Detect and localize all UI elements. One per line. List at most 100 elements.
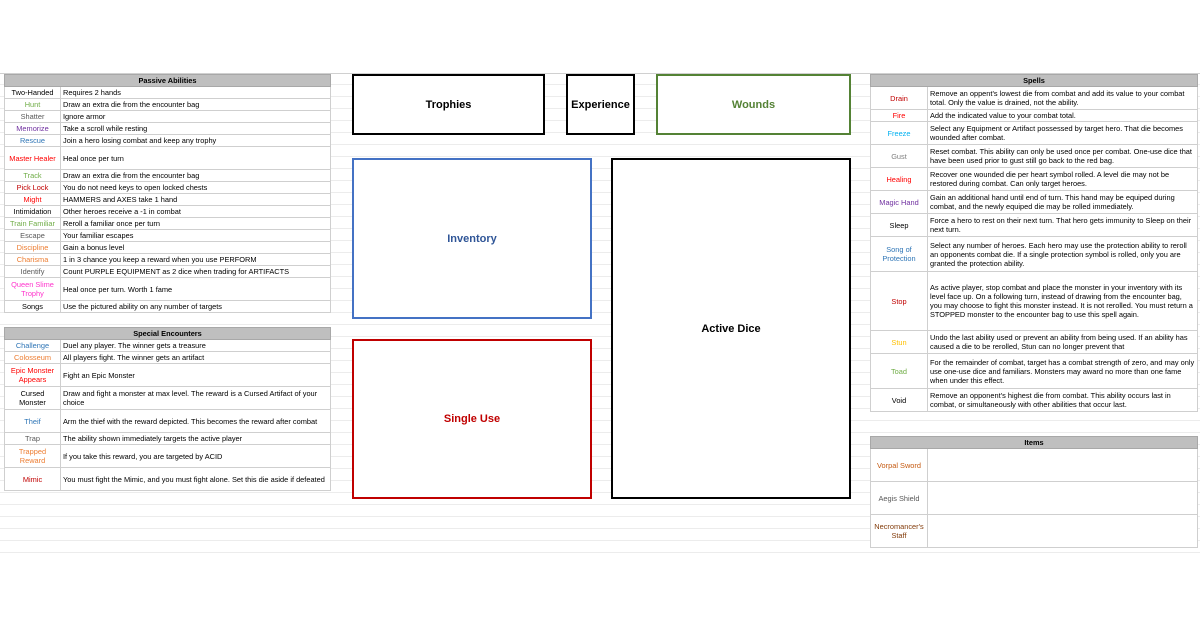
passive-name-cell[interactable]: Rescue [4,134,61,147]
special-row: Colosseum All players fight. The winner g… [4,351,331,364]
passive-row: Shatter Ignore armor [4,110,331,123]
spells-description-cell[interactable]: Recover one wounded die per heart symbol… [927,167,1198,191]
passive-description-cell[interactable]: Ignore armor [60,110,331,123]
passive-name-cell[interactable]: Discipline [4,241,61,254]
spells-name-cell[interactable]: Fire [870,109,928,122]
spells-row: Toad For the remainder of combat, target … [870,353,1198,389]
items-description-cell[interactable] [927,448,1198,482]
passive-name-cell[interactable]: Might [4,193,61,206]
passive-row: Track Draw an extra die from the encounte… [4,169,331,182]
special-row: Challenge Duel any player. The winner get… [4,339,331,352]
passive-name-cell[interactable]: Intimidation [4,205,61,218]
spells-row: Healing Recover one wounded die per heart… [870,167,1198,191]
spells-name-cell[interactable]: Stun [870,330,928,354]
passive-name-cell[interactable]: Train Familiar [4,217,61,230]
passive-description-cell[interactable]: Use the pictured ability on any number o… [60,300,331,313]
experience-box[interactable]: Experience [566,74,635,135]
spells-row: Stop As active player, stop combat and pl… [870,271,1198,331]
spells-description-cell[interactable]: Force a hero to rest on their next turn.… [927,213,1198,237]
passive-description-cell[interactable]: HAMMERS and AXES take 1 hand [60,193,331,206]
spells-description-cell[interactable]: Gain an additional hand until end of tur… [927,190,1198,214]
special-name-cell[interactable]: Cursed Monster [4,386,61,410]
special-description-cell[interactable]: Draw and fight a monster at max level. T… [60,386,331,410]
spells-header-row: Spells [870,74,1198,87]
passive-description-cell[interactable]: Join a hero losing combat and keep any t… [60,134,331,147]
special-description-cell[interactable]: Arm the thief with the reward depicted. … [60,409,331,433]
spells-description-cell[interactable]: Remove an opponent's highest die from co… [927,388,1198,412]
special-name-cell[interactable]: Trap [4,432,61,445]
passive-name-cell[interactable]: Escape [4,229,61,242]
passive-description-cell[interactable]: Draw an extra die from the encounter bag [60,98,331,111]
passive-name-cell[interactable]: Songs [4,300,61,313]
passive-name-cell[interactable]: Master Healer [4,146,61,170]
spells-description-cell[interactable]: For the remainder of combat, target has … [927,353,1198,389]
special-name-cell[interactable]: Challenge [4,339,61,352]
spells-description-cell[interactable]: Reset combat. This ability can only be u… [927,144,1198,168]
passive-description-cell[interactable]: Heal once per turn [60,146,331,170]
passive-name-cell[interactable]: Hunt [4,98,61,111]
items-name-cell[interactable]: Vorpal Sword [870,448,928,482]
special-description-cell[interactable]: Fight an Epic Monster [60,363,331,387]
items-name-cell[interactable]: Aegis Shield [870,481,928,515]
spells-name-cell[interactable]: Freeze [870,121,928,145]
spells-description-cell[interactable]: Undo the last ability used or prevent an… [927,330,1198,354]
passive-description-cell[interactable]: Draw an extra die from the encounter bag [60,169,331,182]
passive-name-cell[interactable]: Shatter [4,110,61,123]
passive-name-cell[interactable]: Memorize [4,122,61,135]
spells-description-cell[interactable]: Select any Equipment or Artifact possess… [927,121,1198,145]
passive-name-cell[interactable]: Two-Handed [4,86,61,99]
passive-description-cell[interactable]: Reroll a familiar once per turn [60,217,331,230]
items-name-cell[interactable]: Necromancer's Staff [870,514,928,548]
special-description-cell[interactable]: All players fight. The winner gets an ar… [60,351,331,364]
special-name-cell[interactable]: Epic Monster Appears [4,363,61,387]
spells-description-cell[interactable]: As active player, stop combat and place … [927,271,1198,331]
special-encounters-table: Special Encounters Challenge Duel any pla… [4,327,331,491]
inventory-box[interactable]: Inventory [352,158,592,319]
passive-description-cell[interactable]: Count PURPLE EQUIPMENT as 2 dice when tr… [60,265,331,278]
spells-name-cell[interactable]: Magic Hand [870,190,928,214]
items-description-cell[interactable] [927,481,1198,515]
passive-description-cell[interactable]: Your familiar escapes [60,229,331,242]
special-description-cell[interactable]: You must fight the Mimic, and you must f… [60,467,331,491]
special-description-cell[interactable]: Duel any player. The winner gets a treas… [60,339,331,352]
spells-name-cell[interactable]: Drain [870,86,928,110]
spells-description-cell[interactable]: Select any number of heroes. Each hero m… [927,236,1198,272]
special-name-cell[interactable]: Mimic [4,467,61,491]
spells-name-cell[interactable]: Sleep [870,213,928,237]
wounds-box[interactable]: Wounds [656,74,851,135]
spells-name-cell[interactable]: Song of Protection [870,236,928,272]
passive-description-cell[interactable]: 1 in 3 chance you keep a reward when you… [60,253,331,266]
passive-description-cell[interactable]: Gain a bonus level [60,241,331,254]
spells-name-cell[interactable]: Healing [870,167,928,191]
special-name-cell[interactable]: Theif [4,409,61,433]
passive-description-cell[interactable]: Other heroes receive a -1 in combat [60,205,331,218]
spells-table: Spells Drain Remove an oppent's lowest di… [870,74,1198,412]
spells-name-cell[interactable]: Gust [870,144,928,168]
spells-description-cell[interactable]: Remove an oppent's lowest die from comba… [927,86,1198,110]
active-dice-box[interactable]: Active Dice [611,158,851,499]
trophies-box[interactable]: Trophies [352,74,545,135]
items-description-cell[interactable] [927,514,1198,548]
special-name-cell[interactable]: Colosseum [4,351,61,364]
spells-description-cell[interactable]: Add the indicated value to your combat t… [927,109,1198,122]
special-name-cell[interactable]: Trapped Reward [4,444,61,468]
passive-name-cell[interactable]: Charisma [4,253,61,266]
passive-name-cell[interactable]: Track [4,169,61,182]
passive-row: Rescue Join a hero losing combat and keep… [4,134,331,147]
passive-description-cell[interactable]: Heal once per turn. Worth 1 fame [60,277,331,301]
spells-name-cell[interactable]: Stop [870,271,928,331]
special-description-cell[interactable]: If you take this reward, you are targete… [60,444,331,468]
passive-name-cell[interactable]: Queen Slime Trophy [4,277,61,301]
single-use-box[interactable]: Single Use [352,339,592,499]
passive-row: Discipline Gain a bonus level [4,241,331,254]
spells-name-cell[interactable]: Toad [870,353,928,389]
spells-name-cell[interactable]: Void [870,388,928,412]
passive-row: Train Familiar Reroll a familiar once per… [4,217,331,230]
passive-name-cell[interactable]: Identify [4,265,61,278]
spells-row: Song of Protection Select any number of h… [870,236,1198,272]
special-description-cell[interactable]: The ability shown immediately targets th… [60,432,331,445]
passive-description-cell[interactable]: You do not need keys to open locked ches… [60,181,331,194]
passive-name-cell[interactable]: Pick Lock [4,181,61,194]
passive-description-cell[interactable]: Requires 2 hands [60,86,331,99]
passive-description-cell[interactable]: Take a scroll while resting [60,122,331,135]
